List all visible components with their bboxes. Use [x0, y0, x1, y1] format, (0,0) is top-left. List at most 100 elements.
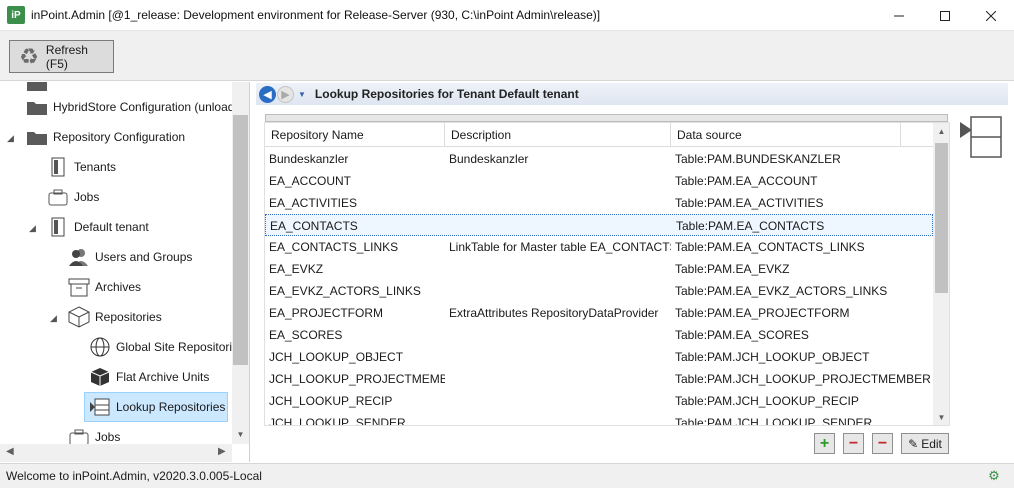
table-cell-name: JCH_LOOKUP_SENDER [269, 416, 406, 426]
tree-item-users-and-groups[interactable]: Users and Groups [68, 242, 192, 272]
tree-item-label: Repository Configuration [53, 130, 186, 144]
table-cell-description [446, 215, 672, 237]
users-icon [68, 246, 90, 268]
table-cell-name: EA_ACTIVITIES [269, 196, 358, 210]
column-header-source[interactable]: Data source [671, 123, 901, 147]
globe-icon [89, 336, 111, 358]
tree-item-hybridstore[interactable]: HybridStore Configuration (unloaded) [26, 92, 250, 122]
table-row[interactable]: JCH_LOOKUP_OBJECT Table:PAM.JCH_LOOKUP_OB… [265, 346, 933, 368]
panel-toggle-button[interactable] [958, 116, 1003, 158]
table-cell-description: Bundeskanzler [449, 152, 529, 166]
tree-item-repositories[interactable]: Repositories [68, 302, 162, 332]
table-cell-source: Table:PAM.EA_ACTIVITIES [675, 196, 824, 210]
table-cell-name: EA_ACCOUNT [269, 174, 352, 188]
table-row[interactable]: EA_ACCOUNT Table:PAM.EA_ACCOUNT [265, 170, 933, 192]
history-dropdown-icon[interactable]: ▼ [298, 90, 306, 99]
table-cell-source: Table:PAM.JCH_LOOKUP_SENDER [675, 416, 873, 426]
expand-arrow-icon[interactable]: ◢ [29, 223, 39, 234]
tree-item-label: Flat Archive Units [116, 370, 210, 384]
close-button[interactable] [968, 0, 1014, 31]
title-bar: iP inPoint.Admin [@1_release: Developmen… [0, 0, 1014, 31]
tree-item-jobs[interactable]: Jobs [47, 182, 99, 212]
table-row[interactable]: EA_SCORES Table:PAM.EA_SCORES [265, 324, 933, 346]
table-cell-description [445, 346, 671, 368]
maximize-button[interactable] [922, 0, 968, 31]
table-cell-description [445, 324, 671, 346]
cube-icon [68, 306, 90, 328]
tree-vertical-scrollbar[interactable]: ▼ [232, 82, 249, 444]
tree-item-flat-archive-units[interactable]: Flat Archive Units [89, 362, 209, 392]
scroll-down-icon[interactable]: ▼ [933, 409, 949, 425]
content-nav-bar: ◀ ▶ ▼ Lookup Repositories for Tenant Def… [256, 83, 1008, 105]
table-cell-source: Table:PAM.EA_PROJECTFORM [675, 306, 850, 320]
page-title: Lookup Repositories for Tenant Default t… [314, 87, 579, 101]
minimize-button[interactable] [876, 0, 922, 31]
back-arrow-icon[interactable]: ◀ [259, 85, 276, 103]
table-row[interactable]: JCH_LOOKUP_RECIP Table:PAM.JCH_LOOKUP_REC… [265, 390, 933, 412]
table-cell-source: Table:PAM.EA_CONTACTS_LINKS [675, 240, 865, 254]
toolbar: ♻ Refresh (F5) [0, 31, 1014, 81]
folder-icon [26, 126, 48, 148]
scroll-up-icon[interactable]: ▲ [933, 123, 949, 139]
table-cell-name: EA_CONTACTS_LINKS [269, 240, 399, 254]
archive-icon [68, 276, 90, 298]
refresh-button[interactable]: ♻ Refresh (F5) [9, 40, 114, 73]
table-header: Repository Name Description Data source [265, 123, 933, 147]
table-cell-source: Table:PAM.JCH_LOOKUP_OBJECT [675, 350, 870, 364]
add-button[interactable]: + [814, 433, 835, 454]
pencil-icon: ✎ [908, 436, 919, 451]
scroll-left-icon[interactable]: ◀ [6, 446, 14, 457]
status-text: Welcome to inPoint.Admin, v2020.3.0.005-… [6, 469, 262, 483]
table-row[interactable]: JCH_LOOKUP_SENDER Table:PAM.JCH_LOOKUP_SE… [265, 412, 933, 426]
table-row[interactable]: EA_ACTIVITIES Table:PAM.EA_ACTIVITIES [265, 192, 933, 214]
tree-item-label: Global Site Repositories [116, 340, 245, 354]
tree-item-label: Default tenant [74, 220, 149, 234]
remove-all-button[interactable]: − [872, 433, 893, 454]
tree-item-label: Users and Groups [95, 250, 193, 264]
tree-item-label: HybridStore Configuration (unloaded) [53, 100, 250, 114]
column-header-description[interactable]: Description [445, 123, 671, 147]
tree-item-tenants[interactable]: Tenants [47, 152, 116, 182]
table-vertical-scrollbar[interactable]: ▲ ▼ [933, 123, 949, 425]
edit-button[interactable]: ✎ Edit [901, 433, 949, 454]
table-cell-description: LinkTable for Master table EA_CONTACTS [449, 240, 671, 254]
table-cell-name: JCH_LOOKUP_OBJECT [269, 350, 404, 364]
table-cell-name: EA_PROJECTFORM [269, 306, 384, 320]
scroll-right-icon[interactable]: ▶ [218, 446, 226, 457]
table-row[interactable]: EA_EVKZ_ACTORS_LINKS Table:PAM.EA_EVKZ_AC… [265, 280, 933, 302]
table-row[interactable]: Bundeskanzler Bundeskanzler Table:PAM.BUND… [265, 148, 933, 170]
table-cell-description [445, 390, 671, 412]
table-cell-source: Table:PAM.EA_EVKZ_ACTORS_LINKS [675, 284, 888, 298]
progress-bar [265, 114, 948, 122]
tree-item-lookup-repositories[interactable]: Lookup Repositories [84, 392, 228, 422]
panel-toggle-icon [960, 116, 1002, 158]
expand-arrow-icon[interactable]: ◢ [7, 133, 17, 144]
table-cell-source: Table:PAM.EA_EVKZ [675, 262, 790, 276]
maximize-icon [940, 10, 950, 21]
forward-arrow-icon[interactable]: ▶ [277, 85, 294, 103]
tree-item-repository-configuration[interactable]: Repository Configuration [26, 122, 185, 152]
scroll-down-icon[interactable]: ▼ [232, 426, 249, 442]
table-row[interactable]: EA_EVKZ Table:PAM.EA_EVKZ [265, 258, 933, 280]
tree-item-archives[interactable]: Archives [68, 272, 141, 302]
expand-arrow-icon[interactable]: ◢ [50, 313, 60, 324]
scroll-thumb[interactable] [233, 115, 248, 365]
jobs-icon [47, 186, 69, 208]
close-icon [986, 10, 996, 21]
table-cell-source: Table:PAM.JCH_LOOKUP_RECIP [675, 394, 859, 408]
table-row[interactable]: JCH_LOOKUP_PROJECTMEMBER Table:PAM.JCH_LO… [265, 368, 933, 390]
table-cell-name: EA_EVKZ_ACTORS_LINKS [269, 284, 421, 298]
column-header-name[interactable]: Repository Name [265, 123, 445, 147]
navigation-tree: HybridStore Configuration (unloaded) ◢ R… [0, 82, 250, 462]
table-row[interactable]: EA_PROJECTFORM ExtraAttributes Repository… [265, 302, 933, 324]
tree-item-default-tenant[interactable]: Default tenant [47, 212, 149, 242]
refresh-label: Refresh (F5) [45, 42, 88, 71]
tree-item-global-site-repositories[interactable]: Global Site Repositories [89, 332, 245, 362]
tree-horizontal-scrollbar[interactable]: ◀ ▶ [0, 444, 232, 462]
remove-button[interactable]: − [843, 433, 864, 454]
edit-label: Edit [921, 436, 942, 451]
scroll-thumb[interactable] [935, 143, 948, 293]
table-row[interactable]: EA_CONTACTS_LINKS LinkTable for Master ta… [265, 236, 933, 258]
table-row[interactable]: EA_CONTACTS Table:PAM.EA_CONTACTS [265, 214, 933, 236]
box-icon [89, 366, 111, 388]
